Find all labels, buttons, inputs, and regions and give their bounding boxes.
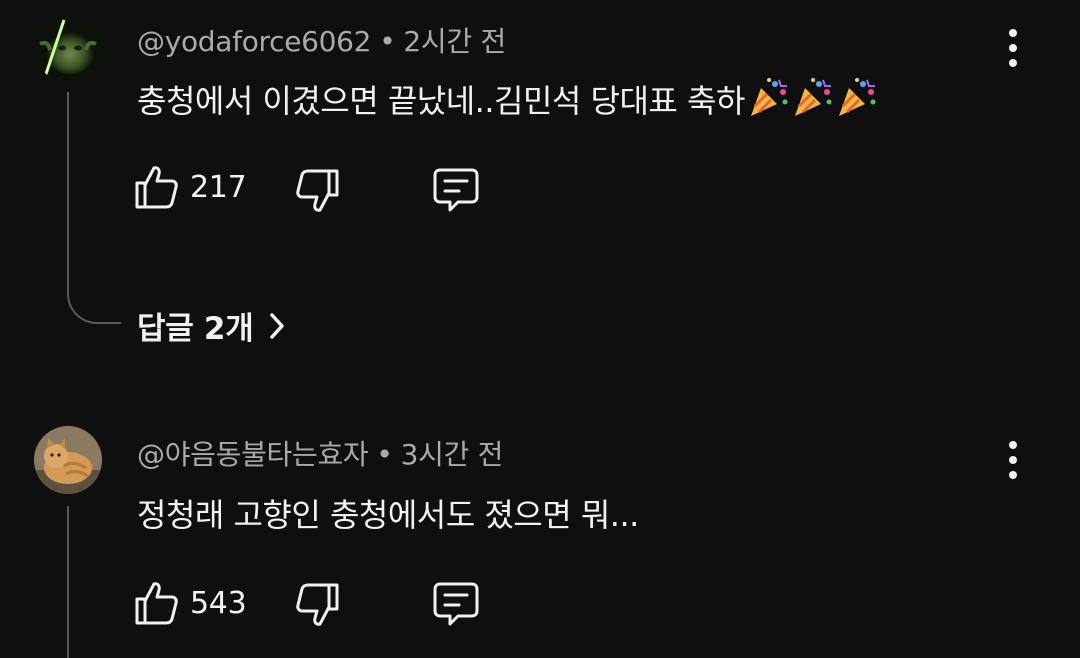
comment-text-content: 충청에서 이겼으면 끝났네..김민석 당대표 축하 <box>137 82 745 120</box>
author-handle[interactable]: @yodaforce6062 <box>137 25 372 58</box>
comment-text-content: 정청래 고향인 충청에서도 졌으면 뭐... <box>137 496 639 534</box>
party-popper-icon <box>794 78 832 116</box>
comment-2: @야음동불타는효자 • 3시간 전 정청래 고향인 충청에서도 졌으면 뭐... 5… <box>0 420 1080 658</box>
view-replies-button[interactable]: 답글 2개 <box>137 303 287 348</box>
author-handle[interactable]: @야음동불타는효자 <box>137 438 369 471</box>
thread-curve <box>67 284 121 324</box>
yoda-avatar-image <box>34 14 102 82</box>
like-count: 543 <box>190 585 247 621</box>
avatar[interactable] <box>34 14 102 82</box>
more-options-button[interactable] <box>992 22 1034 74</box>
meta-separator: • <box>376 438 393 471</box>
thread-line <box>67 92 69 285</box>
dislike-button[interactable] <box>294 582 340 628</box>
dislike-button[interactable] <box>294 168 340 214</box>
party-popper-icon <box>750 78 788 116</box>
comment-meta: @yodaforce6062 • 2시간 전 <box>137 20 506 60</box>
reply-button[interactable] <box>432 580 480 628</box>
more-options-button[interactable] <box>992 434 1034 486</box>
replies-label: 답글 2개 <box>137 311 254 347</box>
comment-text: 충청에서 이겼으면 끝났네..김민석 당대표 축하 <box>137 76 879 122</box>
thumbs-down-icon <box>296 583 339 626</box>
reply-comment-icon <box>433 168 479 212</box>
thumbs-up-icon <box>135 582 178 625</box>
cat-avatar-image <box>34 426 102 494</box>
more-vertical-icon <box>1009 441 1017 449</box>
like-button[interactable]: 543 <box>134 580 247 626</box>
more-vertical-icon <box>1009 29 1017 37</box>
reply-button[interactable] <box>432 166 480 214</box>
thumbs-down-icon <box>296 169 339 212</box>
thread-line <box>67 506 69 658</box>
emoji-group <box>747 76 879 118</box>
avatar[interactable] <box>34 426 102 494</box>
comment-1: @yodaforce6062 • 2시간 전 충청에서 이겼으면 끝났네..김민석 … <box>0 0 1080 380</box>
like-button[interactable]: 217 <box>134 164 247 210</box>
meta-separator: • <box>379 25 396 58</box>
like-count: 217 <box>190 169 247 205</box>
chevron-right-icon <box>270 312 285 339</box>
comment-meta: @야음동불타는효자 • 3시간 전 <box>137 433 503 473</box>
comment-text: 정청래 고향인 충청에서도 졌으면 뭐... <box>137 490 639 536</box>
thumbs-up-icon <box>135 166 178 209</box>
comment-time: 2시간 전 <box>403 25 506 58</box>
party-popper-icon <box>838 78 876 116</box>
comment-time: 3시간 전 <box>400 438 504 471</box>
reply-comment-icon <box>433 582 479 626</box>
